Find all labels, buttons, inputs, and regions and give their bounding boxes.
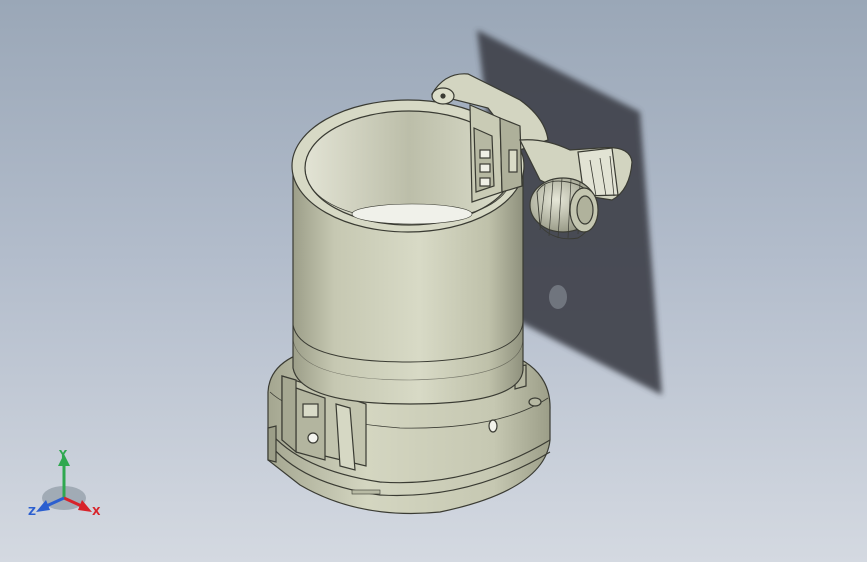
model-view[interactable] — [0, 0, 867, 562]
z-axis-label: Z — [28, 505, 36, 518]
cad-viewport[interactable]: Y X Z — [0, 0, 867, 562]
x-axis-label: X — [92, 505, 101, 518]
y-axis-label: Y — [58, 448, 68, 461]
orientation-triad[interactable]: Y X Z — [24, 448, 104, 528]
